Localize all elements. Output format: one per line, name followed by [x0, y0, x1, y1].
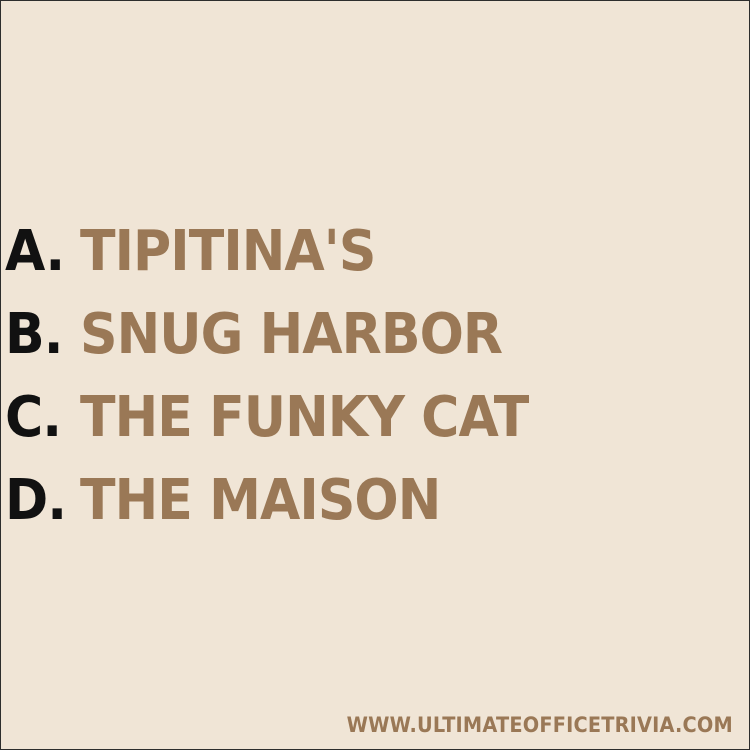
website-url: WWW.ULTIMATEOFFICETRIVIA.COM — [346, 713, 733, 737]
answer-text-c: THE FUNKY CAT — [80, 385, 529, 450]
answer-letter-d: D. — [5, 468, 67, 533]
answer-letter-a: A. — [5, 219, 65, 284]
answer-text-d: THE MAISON — [80, 468, 441, 533]
answer-letter-b: B. — [5, 302, 64, 367]
answer-option-d: D. THE MAISON — [1, 470, 749, 553]
answer-list: A. TIPITINA'S B. SNUG HARBOR C. THE FUNK… — [1, 221, 749, 553]
answer-option-c: C. THE FUNKY CAT — [1, 387, 749, 470]
answer-option-a: A. TIPITINA'S — [1, 221, 749, 304]
answer-letter-c: C. — [5, 385, 62, 450]
answer-text-a: TIPITINA'S — [80, 219, 376, 284]
answer-text-b: SNUG HARBOR — [80, 302, 503, 367]
answer-option-b: B. SNUG HARBOR — [1, 304, 749, 387]
trivia-card: A. TIPITINA'S B. SNUG HARBOR C. THE FUNK… — [0, 0, 750, 750]
